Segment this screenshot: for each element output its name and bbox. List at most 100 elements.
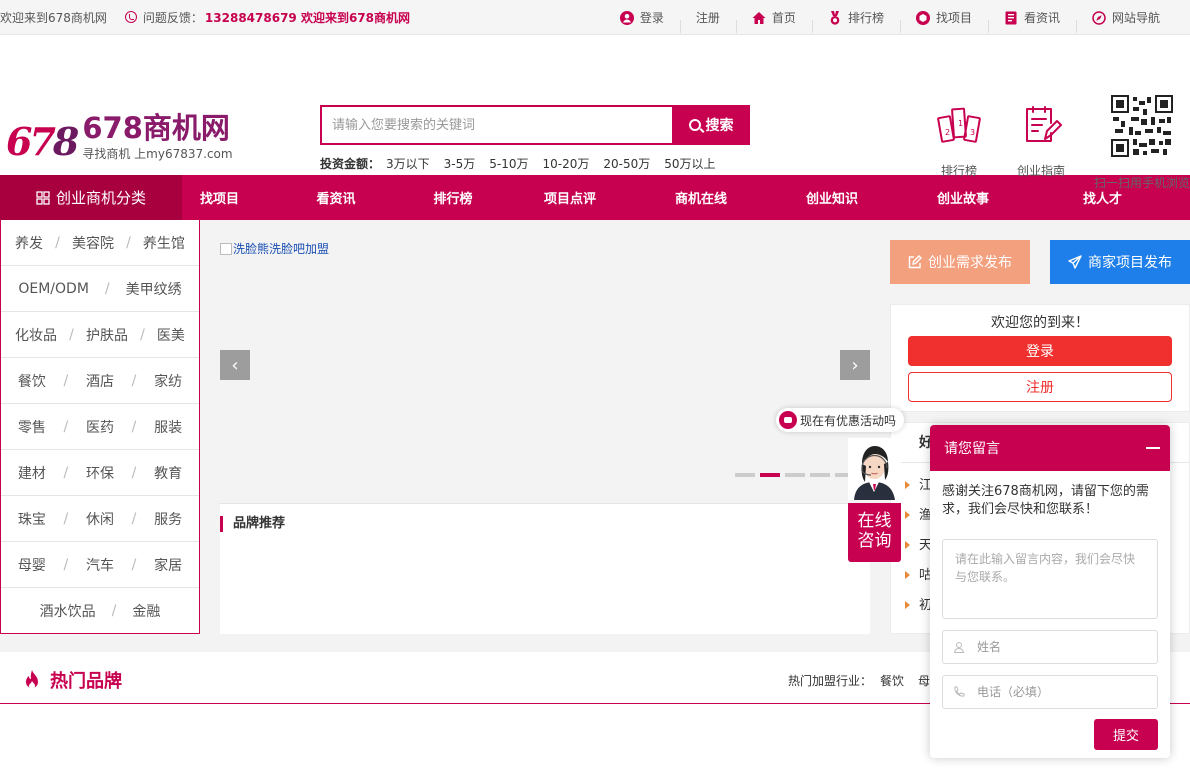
rank-shortcut[interactable]: 1 2 3 排行榜 <box>918 93 1000 191</box>
top-rank-link[interactable]: 排行榜 <box>811 9 900 33</box>
publish-need-button[interactable]: 创业需求发布 <box>890 240 1030 284</box>
category-link[interactable]: 金融 <box>132 601 160 621</box>
online-consult-widget[interactable]: 在线 咨询 <box>848 438 901 562</box>
carousel-dot[interactable] <box>785 473 805 477</box>
amount-link[interactable]: 10-20万 <box>543 155 590 172</box>
category-link[interactable]: 养生馆 <box>143 233 185 253</box>
banner-image-link[interactable]: 洗脸熊洗脸吧加盟 <box>220 242 329 256</box>
fire-icon <box>26 670 38 689</box>
category-link[interactable]: OEM/ODM <box>18 281 89 297</box>
category-link[interactable]: 建材 <box>18 463 46 483</box>
phone-input[interactable] <box>977 685 1147 699</box>
category-link[interactable]: 服务 <box>154 509 182 529</box>
category-link[interactable]: 护肤品 <box>86 325 128 345</box>
nav-find-project[interactable]: 找项目 <box>182 188 257 207</box>
category-link[interactable]: 美容院 <box>72 233 114 253</box>
industry-link[interactable]: 母 <box>918 672 930 689</box>
top-register-link[interactable]: 注册 <box>679 9 736 33</box>
guide-shortcut-label: 创业指南 <box>1016 164 1065 178</box>
top-sitemap-link[interactable]: 网站导航 <box>1075 9 1176 33</box>
industry-link[interactable]: 餐饮 <box>880 672 904 689</box>
amount-link[interactable]: 3万以下 <box>386 155 430 172</box>
category-link[interactable]: 零售 <box>18 417 46 437</box>
category-link[interactable]: 环保 <box>86 463 114 483</box>
nav-project-review[interactable]: 项目点评 <box>491 188 649 207</box>
person-icon <box>953 642 965 653</box>
minimize-icon[interactable] <box>1146 447 1160 449</box>
svg-text:2: 2 <box>945 128 950 137</box>
amount-link[interactable]: 20-50万 <box>603 155 650 172</box>
guide-shortcut[interactable]: 创业指南 <box>1000 93 1082 191</box>
category-link[interactable]: 教育 <box>154 463 182 483</box>
category-link[interactable]: 休闲 <box>86 509 114 529</box>
search-button[interactable]: 搜索 <box>672 105 750 145</box>
nav-rank[interactable]: 排行榜 <box>415 188 491 207</box>
login-welcome: 欢迎您的到来！ <box>991 315 1089 331</box>
search-input[interactable] <box>320 105 672 145</box>
divider: / <box>131 556 137 573</box>
top-home-link[interactable]: 首页 <box>735 9 812 33</box>
category-link[interactable]: 餐饮 <box>18 371 46 391</box>
divider: / <box>104 280 110 297</box>
feedback-phone: 13288478679 欢迎来到678商机网 <box>204 10 410 25</box>
top-find-project-link[interactable]: 找项目 <box>899 9 988 33</box>
site-logo[interactable]: 678 678商机网 寻找商机 上my67837.com <box>6 113 233 162</box>
chat-bubble-icon <box>779 411 797 429</box>
message-content-input[interactable] <box>942 539 1158 619</box>
category-link[interactable]: 服装 <box>154 417 182 437</box>
category-menu-title[interactable]: 创业商机分类 <box>0 175 182 220</box>
category-list: 养发 / 美容院 / 养生馆 OEM/ODM / 美甲纹绣 化妆品 / 护肤品 / 医美 … <box>0 220 200 634</box>
carousel-next-button[interactable]: › <box>840 350 870 380</box>
phone-field-wrapper <box>942 675 1158 709</box>
submit-button[interactable]: 提交 <box>1094 719 1158 750</box>
category-link[interactable]: 珠宝 <box>18 509 46 529</box>
search-icon <box>688 119 701 131</box>
promo-text: 现在有优惠活动吗 <box>800 413 897 428</box>
search-box: 搜索 <box>320 105 750 145</box>
category-row: 零售 / 医药 / 服装 <box>1 404 199 450</box>
carousel-dot[interactable] <box>810 473 830 477</box>
divider: / <box>126 234 131 251</box>
amount-link[interactable]: 3-5万 <box>444 155 476 172</box>
top-login-link[interactable]: 登录 <box>604 9 680 26</box>
category-link[interactable]: 医美 <box>157 325 185 345</box>
category-link[interactable]: 化妆品 <box>15 325 57 345</box>
investment-amounts: 投资金额： 3万以下 3-5万 5-10万 10-20万 20-50万 50万以… <box>320 155 750 172</box>
name-field-wrapper <box>942 630 1158 664</box>
nav-news[interactable]: 看资讯 <box>257 188 415 207</box>
banner-carousel: 洗脸熊洗脸吧加盟 ‹ › <box>220 240 870 510</box>
carousel-dot[interactable] <box>735 473 755 477</box>
category-link[interactable]: 家居 <box>154 555 182 575</box>
carousel-dot-active[interactable] <box>760 473 780 477</box>
qr-label: 扫一扫用手机浏览 <box>1094 176 1190 190</box>
category-link[interactable]: 美甲纹绣 <box>126 279 182 299</box>
register-button[interactable]: 注册 <box>908 372 1172 402</box>
top-register-label: 注册 <box>695 11 720 25</box>
login-button[interactable]: 登录 <box>908 336 1172 366</box>
category-link[interactable]: 养发 <box>15 233 43 253</box>
name-input[interactable] <box>977 640 1147 654</box>
publish-biz-button[interactable]: 商家项目发布 <box>1050 240 1190 284</box>
category-link[interactable]: 母婴 <box>18 555 46 575</box>
category-link[interactable]: 酒店 <box>86 371 114 391</box>
carousel-prev-button[interactable]: ‹ <box>220 350 250 380</box>
divider: / <box>69 326 74 343</box>
top-news-link[interactable]: 看资讯 <box>987 9 1076 33</box>
welcome-text: 欢迎来到678商机网 <box>0 10 107 25</box>
logo-mark: 678 <box>6 119 79 164</box>
category-link[interactable]: 家纺 <box>154 371 182 391</box>
customer-service-avatar <box>848 438 901 500</box>
category-link[interactable]: 酒水饮品 <box>40 601 96 621</box>
category-link[interactable]: 汽车 <box>86 555 114 575</box>
divider: / <box>55 234 60 251</box>
guide-icon <box>1026 106 1062 142</box>
top-bar: 欢迎来到678商机网 问题反馈： 13288478679 欢迎来到678商机网 … <box>0 0 1190 35</box>
category-link[interactable]: 医药 <box>86 417 114 437</box>
amount-link[interactable]: 50万以上 <box>664 155 715 172</box>
amount-link[interactable]: 5-10万 <box>489 155 528 172</box>
search-button-label: 搜索 <box>705 118 734 134</box>
promo-bubble[interactable]: 现在有优惠活动吗 <box>776 408 905 432</box>
login-panel: 欢迎您的到来！ 登录 注册 <box>890 304 1190 412</box>
nav-biz-online[interactable]: 商机在线 <box>649 188 753 207</box>
nav-startup-knowledge[interactable]: 创业知识 <box>753 188 911 207</box>
